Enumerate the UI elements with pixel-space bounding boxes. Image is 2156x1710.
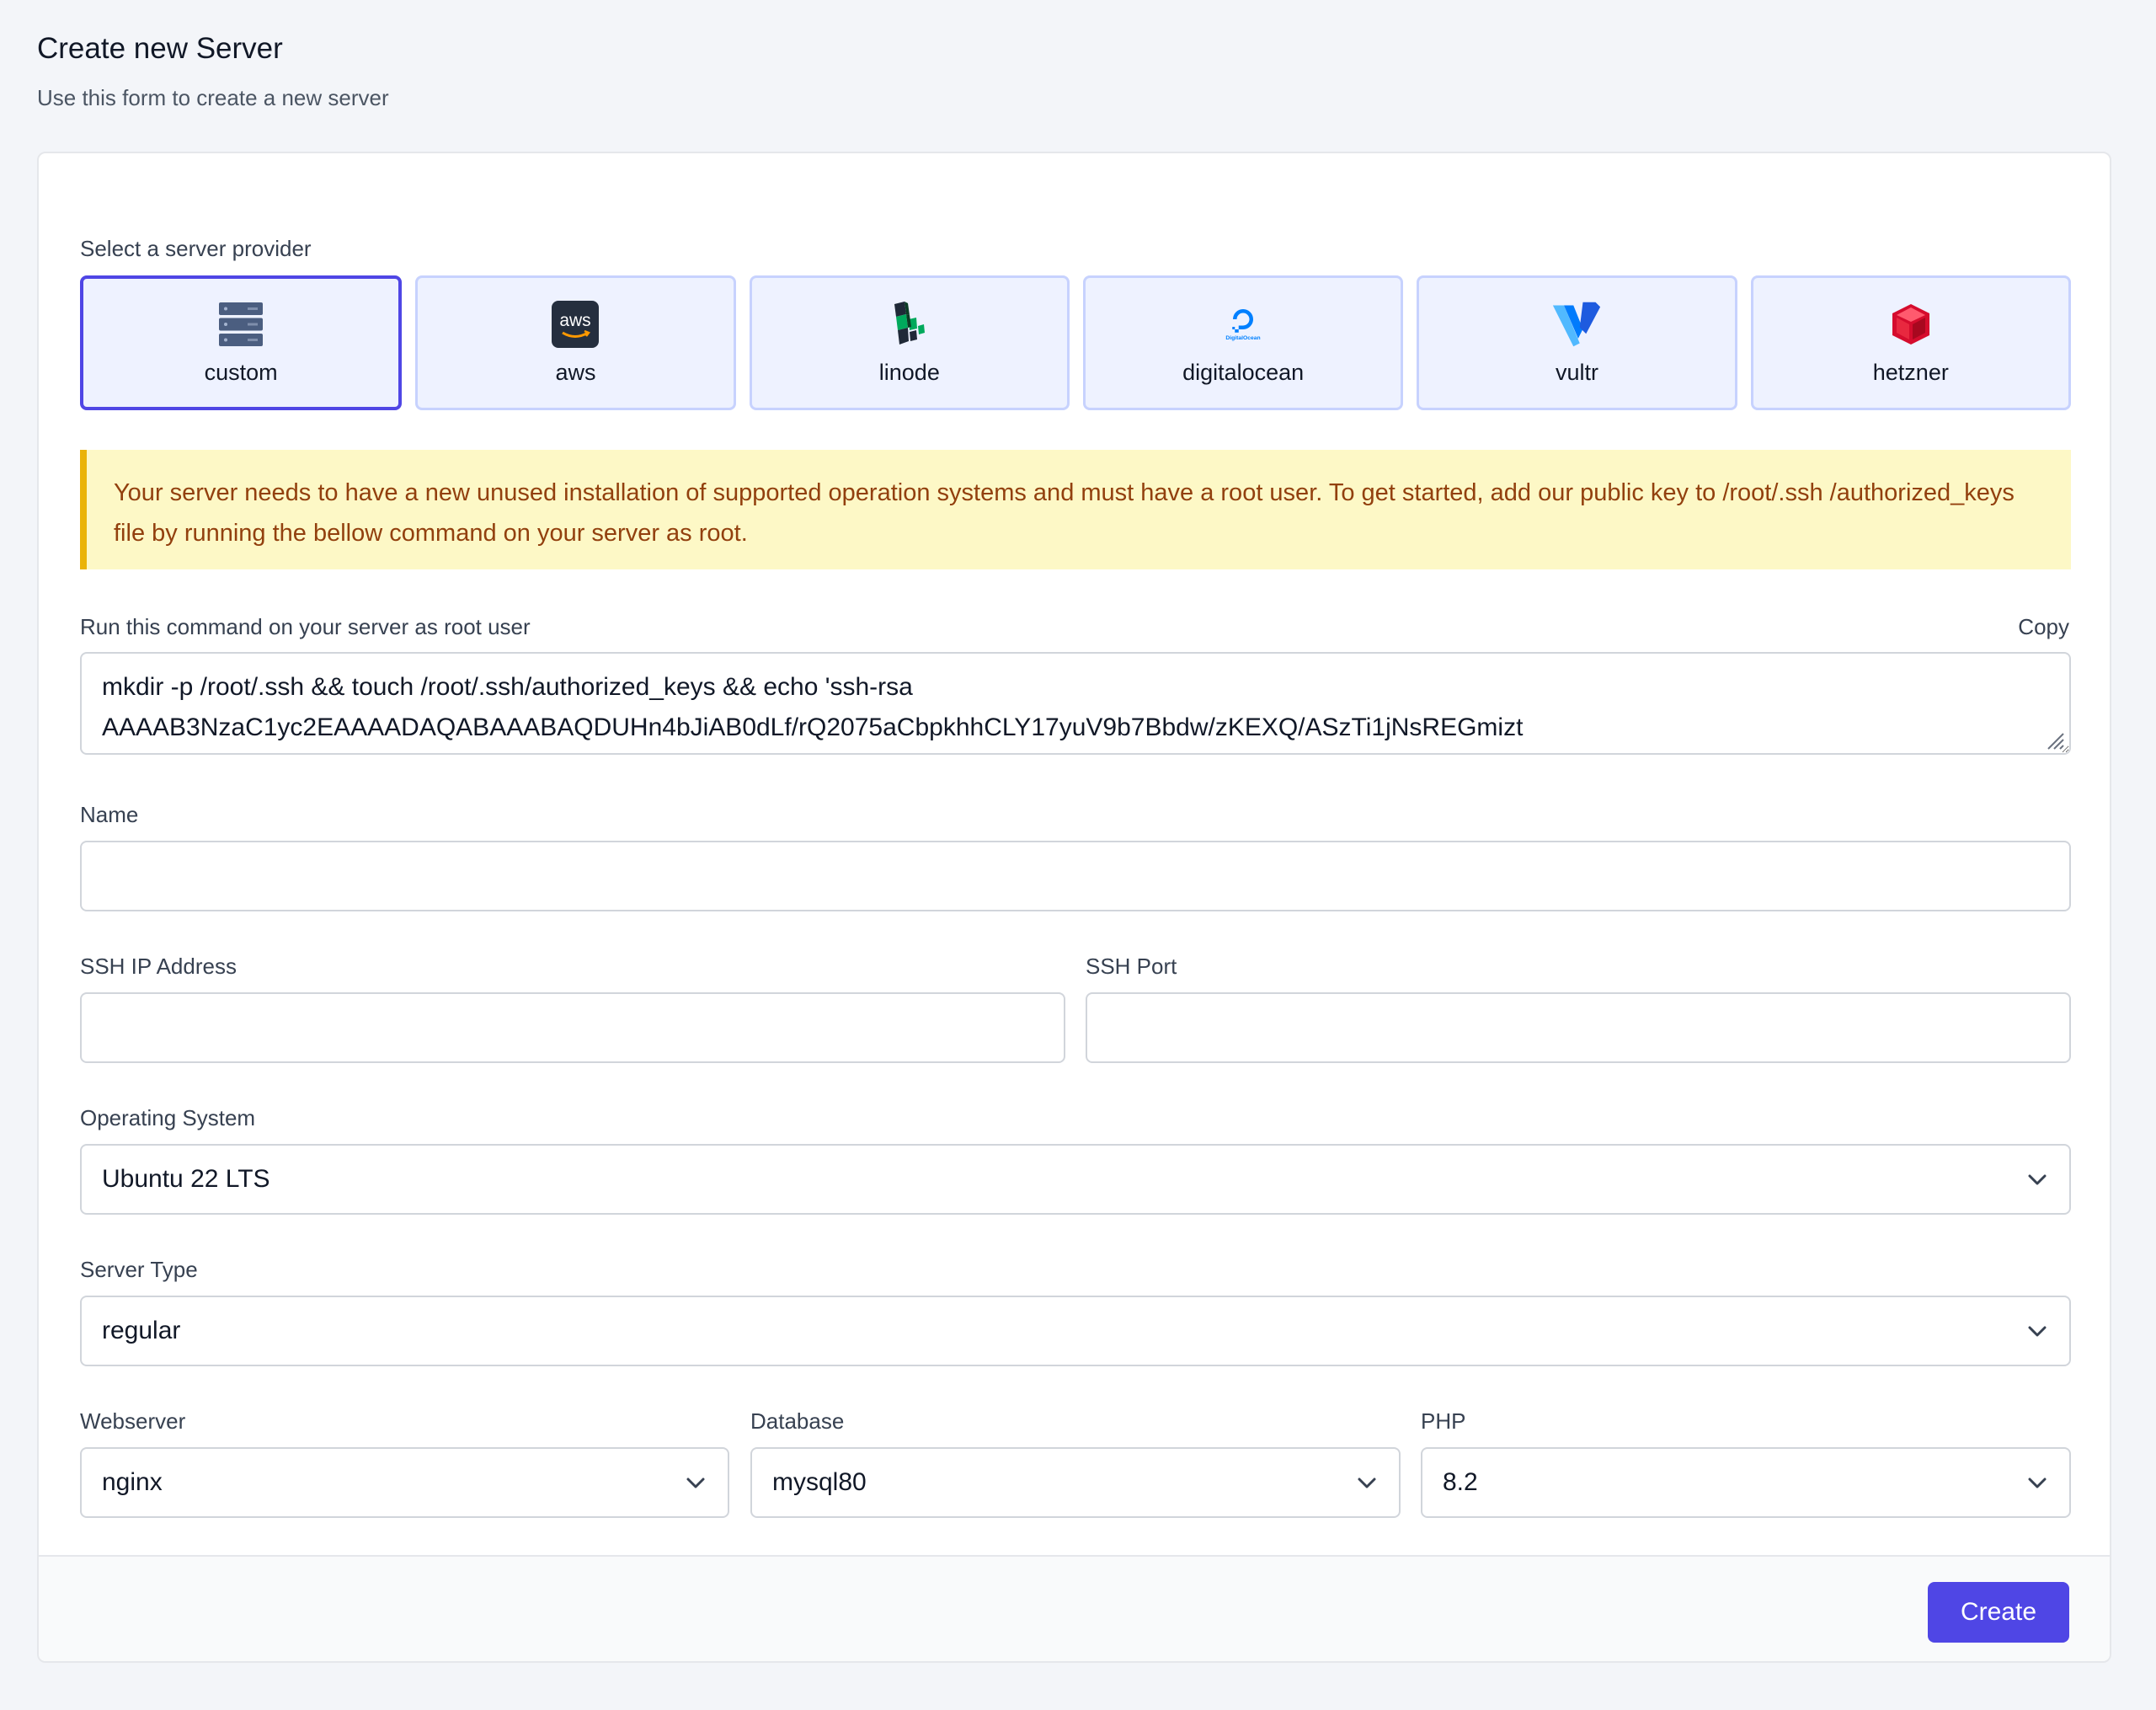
chevron-down-icon xyxy=(2028,1174,2047,1185)
form-footer xyxy=(39,1555,2110,1661)
provider-option-custom[interactable]: custom xyxy=(80,275,403,410)
os-select[interactable]: Ubuntu 22 LTS xyxy=(80,1144,2071,1215)
ssh-ip-label: SSH IP Address xyxy=(80,954,237,979)
command-label: Run this command on your server as root … xyxy=(80,614,531,639)
chevron-down-icon xyxy=(2028,1326,2047,1337)
page-title: Create new Server xyxy=(37,32,283,65)
database-select-value: mysql80 xyxy=(772,1468,867,1496)
php-select[interactable]: 8.2 xyxy=(1421,1447,2071,1518)
provider-option-linode[interactable]: linode xyxy=(749,275,1070,410)
name-label: Name xyxy=(80,802,139,827)
provider-label: custom xyxy=(204,360,278,385)
provider-option-vultr[interactable]: vultr xyxy=(1417,275,1737,410)
digitalocean-logo-icon: DigitalOcean xyxy=(1218,299,1268,350)
digitalocean-logo-text: DigitalOcean xyxy=(1226,335,1261,341)
svg-text:aws: aws xyxy=(560,311,591,330)
aws-logo-icon: aws xyxy=(550,299,600,350)
server-type-select-value: regular xyxy=(102,1317,181,1344)
ssh-port-input[interactable] xyxy=(1086,992,2071,1063)
page-subtitle: Use this form to create a new server xyxy=(37,85,389,110)
vultr-logo-icon xyxy=(1551,299,1602,350)
server-type-select[interactable]: regular xyxy=(80,1296,2071,1366)
hetzner-logo-icon xyxy=(1886,299,1936,350)
form-body: Select a server provider custom aws aws … xyxy=(39,153,2110,1558)
provider-option-aws[interactable]: aws aws xyxy=(415,275,736,410)
webserver-select-value: nginx xyxy=(102,1468,163,1496)
os-label: Operating System xyxy=(80,1105,256,1130)
copy-command-button[interactable]: Copy xyxy=(2018,613,2069,640)
provider-selector: custom aws aws linode DigitalOcean digit… xyxy=(80,275,2071,410)
ssh-port-label: SSH Port xyxy=(1086,954,1177,979)
database-select[interactable]: mysql80 xyxy=(750,1447,1401,1518)
provider-label: linode xyxy=(878,360,940,385)
provider-label: hetzner xyxy=(1872,360,1949,385)
linode-logo-icon xyxy=(884,299,935,350)
database-label: Database xyxy=(750,1408,845,1434)
provider-label: aws xyxy=(555,360,596,385)
create-button[interactable]: Create xyxy=(1928,1582,2069,1643)
ssh-key-alert: Your server needs to have a new unused i… xyxy=(80,450,2071,569)
php-label: PHP xyxy=(1421,1408,1466,1434)
chevron-down-icon xyxy=(1358,1478,1376,1488)
webserver-label: Webserver xyxy=(80,1408,186,1434)
ssh-ip-input[interactable] xyxy=(80,992,1065,1063)
provider-option-digitalocean[interactable]: DigitalOcean digitalocean xyxy=(1082,275,1404,410)
provider-section-label: Select a server provider xyxy=(80,236,312,261)
provider-label: digitalocean xyxy=(1182,360,1305,385)
provider-label: vultr xyxy=(1555,360,1598,385)
chevron-down-icon xyxy=(686,1478,705,1488)
webserver-select[interactable]: nginx xyxy=(80,1447,729,1518)
provider-option-hetzner[interactable]: hetzner xyxy=(1750,275,2071,410)
server-rack-icon xyxy=(216,299,266,350)
server-type-label: Server Type xyxy=(80,1257,198,1282)
php-select-value: 8.2 xyxy=(1443,1468,1478,1496)
page: Create new Server Use this form to creat… xyxy=(0,0,2156,111)
create-server-form: Select a server provider custom aws aws … xyxy=(37,152,2111,1663)
chevron-down-icon xyxy=(2028,1478,2047,1488)
ssh-command-textarea[interactable]: mkdir -p /root/.ssh && touch /root/.ssh/… xyxy=(80,652,2071,755)
name-input[interactable] xyxy=(80,841,2071,911)
os-select-value: Ubuntu 22 LTS xyxy=(102,1165,270,1193)
